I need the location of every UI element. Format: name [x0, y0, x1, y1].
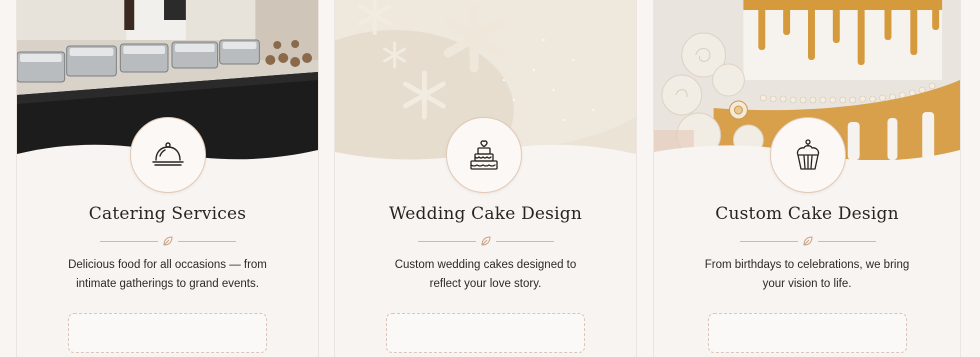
- services-row: Catering Services Delicious food for all…: [0, 0, 980, 357]
- ornament-divider: [654, 234, 960, 248]
- service-card-custom-cake[interactable]: Custom Cake Design From birthdays to cel…: [653, 0, 961, 357]
- service-icon-badge: [446, 117, 522, 193]
- cupcake-icon: [796, 139, 820, 170]
- ornament-divider: [335, 234, 636, 248]
- tiered-cake-icon: [470, 140, 498, 170]
- service-description: From birthdays to celebrations, we bring…: [704, 259, 910, 290]
- service-title: Wedding Cake Design: [389, 204, 582, 224]
- leaf-icon: [803, 236, 813, 246]
- service-icon-badge: [130, 117, 206, 193]
- cloche-icon: [152, 142, 184, 166]
- service-cta-button[interactable]: [708, 313, 907, 353]
- ornament-divider: [17, 234, 318, 248]
- service-title: Catering Services: [88, 204, 247, 224]
- service-title: Custom Cake Design: [715, 204, 899, 224]
- service-description: Custom wedding cakes designed to reflect…: [394, 259, 577, 290]
- service-description: Delicious food for all occasions — from …: [68, 259, 267, 290]
- leaf-icon: [163, 236, 173, 246]
- service-icon-badge: [770, 117, 846, 193]
- service-card-wedding-cake[interactable]: Wedding Cake Design Custom wedding cakes…: [334, 0, 637, 357]
- service-card-catering[interactable]: Catering Services Delicious food for all…: [16, 0, 319, 357]
- service-cta-button[interactable]: [68, 313, 267, 353]
- leaf-icon: [481, 236, 491, 246]
- service-cta-button[interactable]: [386, 313, 585, 353]
